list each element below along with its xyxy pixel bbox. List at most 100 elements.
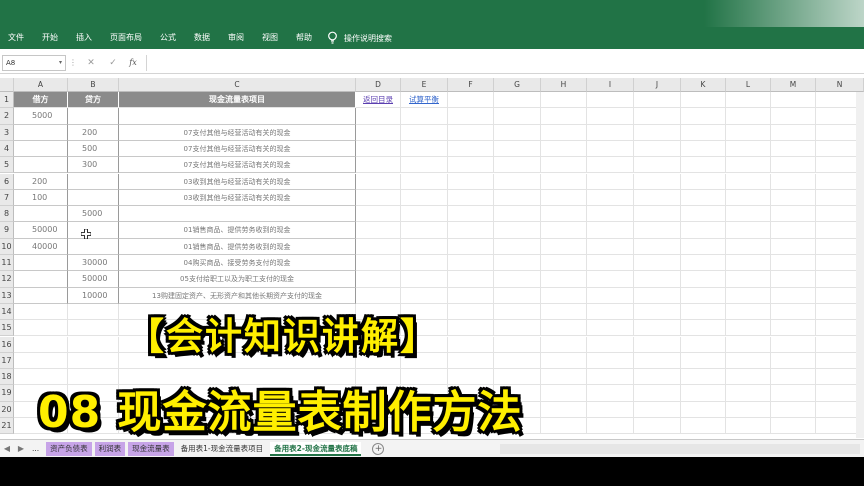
empty-cell[interactable]: [68, 352, 119, 370]
empty-cell[interactable]: [771, 92, 816, 109]
empty-cell[interactable]: [634, 157, 681, 174]
table-cell-b[interactable]: [68, 173, 119, 190]
empty-cell[interactable]: [401, 140, 448, 158]
table-cell-a[interactable]: [14, 124, 68, 141]
empty-cell[interactable]: [448, 271, 494, 288]
empty-cell[interactable]: [587, 173, 634, 190]
empty-cell[interactable]: [494, 189, 541, 207]
empty-cell[interactable]: [541, 108, 587, 125]
empty-cell[interactable]: [356, 189, 401, 207]
empty-cell[interactable]: [726, 206, 771, 223]
empty-cell[interactable]: [401, 206, 448, 223]
row-header[interactable]: 11: [0, 255, 14, 272]
empty-cell[interactable]: [401, 124, 448, 141]
empty-cell[interactable]: [356, 173, 401, 190]
table-cell-c[interactable]: 04购买商品、接受劳务支付的现金: [119, 255, 356, 272]
table-cell-b[interactable]: [68, 189, 119, 207]
table-cell-c[interactable]: 05支付给职工以及为职工支付的现金: [119, 271, 356, 288]
empty-cell[interactable]: [68, 336, 119, 353]
row-header[interactable]: 16: [0, 336, 14, 353]
sheet-tab-spare-2[interactable]: 备用表2-现金流量表底稿: [270, 441, 362, 456]
table-cell-b[interactable]: 300: [68, 157, 119, 174]
sheet-tab-balance-sheet[interactable]: 资产负债表: [46, 441, 92, 456]
empty-cell[interactable]: [448, 255, 494, 272]
table-cell-b[interactable]: 30000: [68, 255, 119, 272]
empty-cell[interactable]: [726, 222, 771, 239]
empty-cell[interactable]: [401, 108, 448, 125]
empty-cell[interactable]: [494, 206, 541, 223]
table-cell-c[interactable]: [119, 206, 356, 223]
table-cell-a[interactable]: 200: [14, 173, 68, 190]
column-header-k[interactable]: K: [681, 78, 726, 92]
table-cell-a[interactable]: 5000: [14, 108, 68, 125]
empty-cell[interactable]: [771, 271, 816, 288]
empty-cell[interactable]: [634, 92, 681, 109]
name-box-dropdown-icon[interactable]: ▾: [59, 56, 62, 70]
empty-cell[interactable]: [448, 157, 494, 174]
table-cell-c[interactable]: 07支付其他与经营活动有关的现金: [119, 124, 356, 141]
row-header[interactable]: 3: [0, 124, 14, 141]
tab-formulas[interactable]: 公式: [151, 27, 185, 49]
empty-cell[interactable]: [681, 222, 726, 239]
empty-cell[interactable]: [448, 189, 494, 207]
row-header[interactable]: 5: [0, 157, 14, 174]
empty-cell[interactable]: [726, 92, 771, 109]
column-header-i[interactable]: I: [587, 78, 634, 92]
empty-cell[interactable]: [541, 222, 587, 239]
empty-cell[interactable]: [771, 173, 816, 190]
empty-cell[interactable]: [401, 222, 448, 239]
empty-cell[interactable]: [587, 108, 634, 125]
empty-cell[interactable]: [14, 352, 68, 370]
empty-cell[interactable]: [494, 140, 541, 158]
empty-cell[interactable]: [14, 320, 68, 337]
empty-cell[interactable]: [634, 108, 681, 125]
row-header[interactable]: 21: [0, 418, 14, 435]
empty-cell[interactable]: [771, 255, 816, 272]
link-back-to-index[interactable]: 返回目录: [356, 92, 401, 109]
column-header-g[interactable]: G: [494, 78, 541, 92]
tab-view[interactable]: 视图: [253, 27, 287, 49]
table-cell-b[interactable]: [68, 222, 119, 239]
tab-review[interactable]: 审阅: [219, 27, 253, 49]
column-header-m[interactable]: M: [771, 78, 816, 92]
confirm-icon[interactable]: ✓: [102, 58, 124, 68]
tab-home[interactable]: 开始: [33, 27, 67, 49]
empty-cell[interactable]: [494, 108, 541, 125]
tab-data[interactable]: 数据: [185, 27, 219, 49]
table-cell-c[interactable]: 07支付其他与经营活动有关的现金: [119, 140, 356, 158]
table-cell-a[interactable]: 50000: [14, 222, 68, 239]
empty-cell[interactable]: [68, 303, 119, 321]
column-header-e[interactable]: E: [401, 78, 448, 92]
empty-cell[interactable]: [771, 222, 816, 239]
empty-cell[interactable]: [587, 206, 634, 223]
empty-cell[interactable]: [494, 173, 541, 190]
empty-cell[interactable]: [401, 255, 448, 272]
empty-cell[interactable]: [494, 238, 541, 255]
empty-cell[interactable]: [634, 206, 681, 223]
column-header-c[interactable]: C: [119, 78, 356, 92]
table-cell-b[interactable]: 50000: [68, 271, 119, 288]
empty-cell[interactable]: [726, 124, 771, 141]
empty-cell[interactable]: [494, 222, 541, 239]
table-cell-a[interactable]: [14, 255, 68, 272]
empty-cell[interactable]: [494, 124, 541, 141]
row-header[interactable]: 10: [0, 238, 14, 255]
empty-cell[interactable]: [448, 287, 494, 304]
column-header-a[interactable]: A: [14, 78, 68, 92]
column-header-h[interactable]: H: [541, 78, 587, 92]
table-cell-a[interactable]: 100: [14, 189, 68, 207]
empty-cell[interactable]: [634, 271, 681, 288]
empty-cell[interactable]: [681, 287, 726, 304]
header-cell-b[interactable]: 贷方: [68, 92, 119, 109]
row-header[interactable]: 1: [0, 92, 14, 109]
empty-cell[interactable]: [681, 255, 726, 272]
row-header[interactable]: 8: [0, 206, 14, 223]
row-header[interactable]: 2: [0, 108, 14, 125]
empty-cell[interactable]: [726, 271, 771, 288]
table-cell-b[interactable]: 5000: [68, 206, 119, 223]
table-cell-c[interactable]: 01销售商品、提供劳务收到的现金: [119, 238, 356, 255]
name-box[interactable]: A8 ▾: [2, 54, 66, 71]
tell-me-search[interactable]: 操作说明搜索: [327, 31, 392, 45]
empty-cell[interactable]: [14, 303, 68, 321]
empty-cell[interactable]: [541, 124, 587, 141]
